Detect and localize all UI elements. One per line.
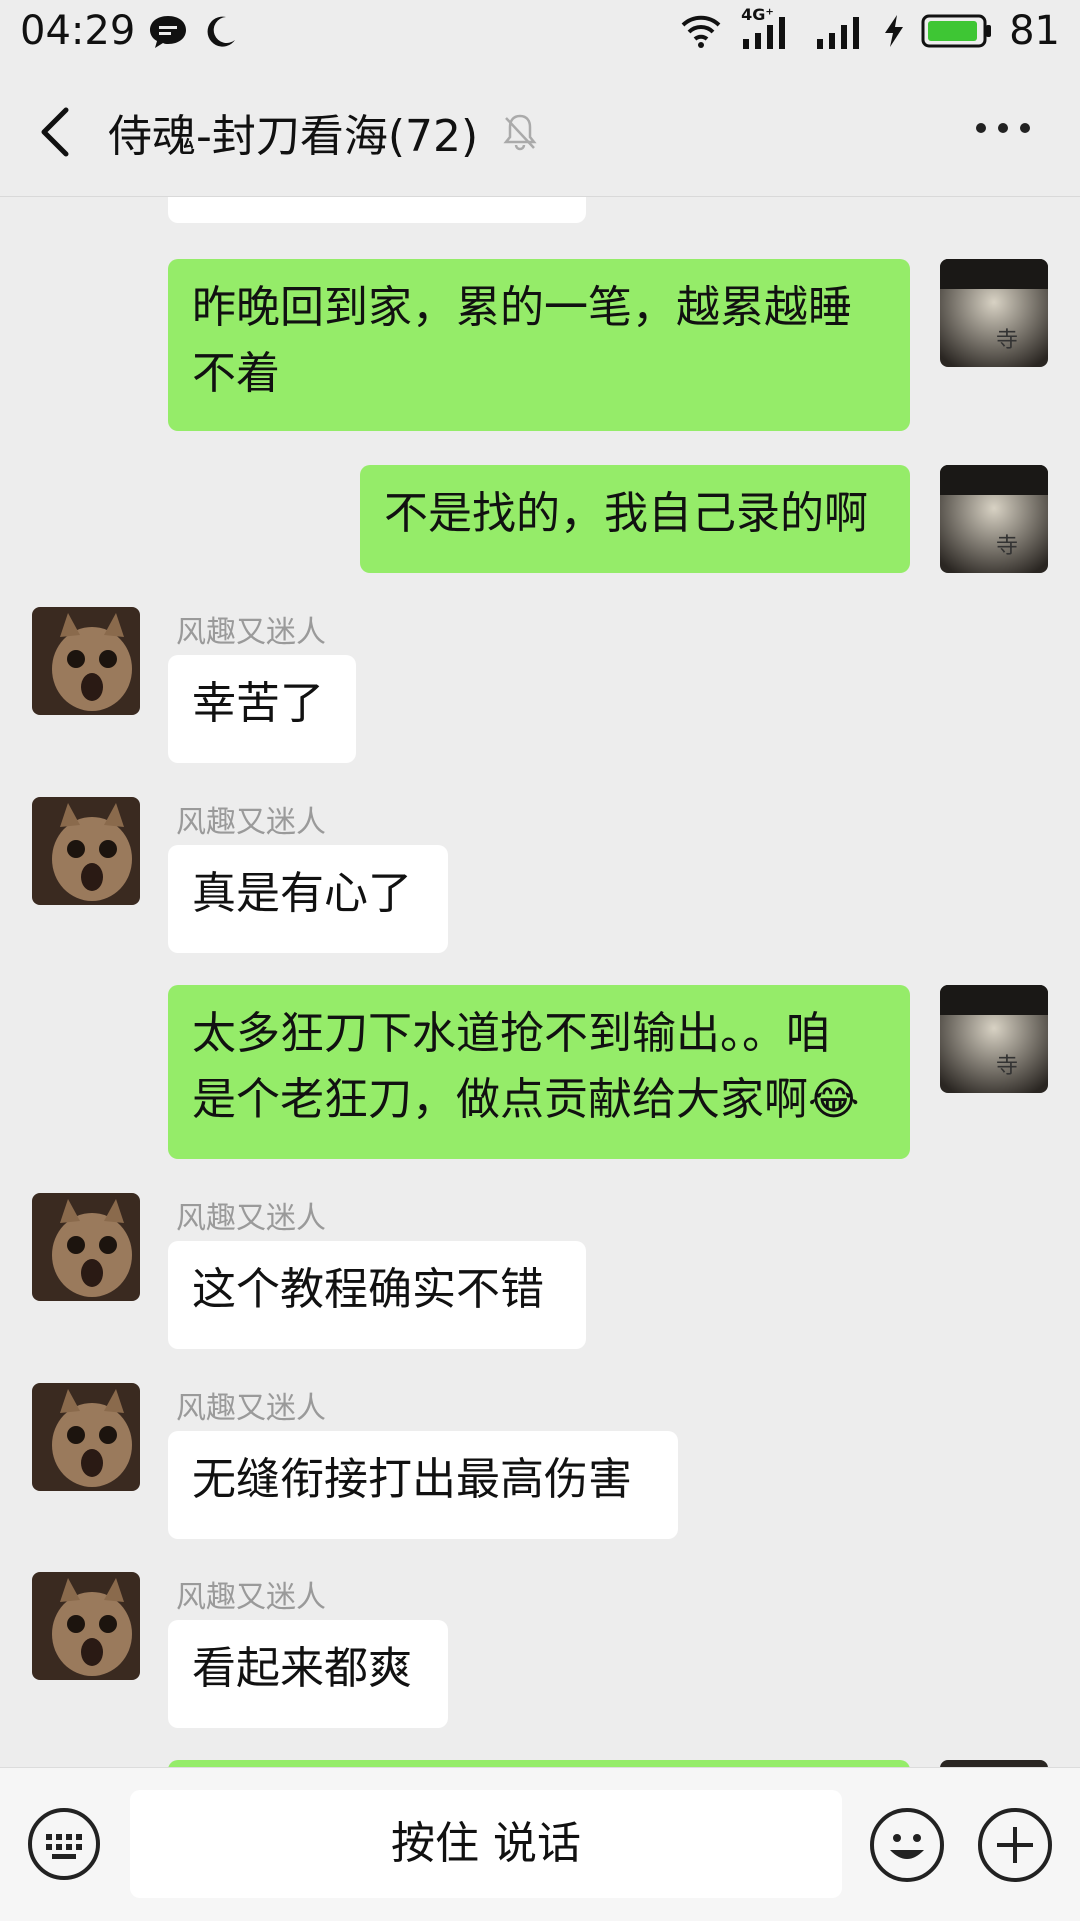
sender-name: 风趣又迷人 (176, 615, 326, 650)
message-text: 幸苦了 (192, 678, 324, 729)
message-bubble-incoming[interactable]: 真是有心了 (168, 845, 448, 953)
sender-name: 风趣又迷人 (176, 1201, 326, 1236)
message-bubble-incoming[interactable]: 无缝衔接打出最高伤害 (168, 1431, 678, 1539)
message-bubble-incoming[interactable]: 幸苦了 (168, 655, 356, 763)
keyboard-icon[interactable] (28, 1808, 100, 1880)
message-text: 昨晚回到家，累的一笔，越累越睡 (192, 282, 852, 333)
status-bar: 04:29 4G⁺ 81 (0, 0, 1080, 68)
avatar-cat[interactable] (32, 1383, 140, 1491)
sender-name: 风趣又迷人 (176, 805, 326, 840)
avatar-self[interactable]: 寺 (940, 465, 1048, 573)
hold-to-talk-button[interactable]: 按住 说话 (130, 1790, 842, 1898)
avatar-self[interactable] (940, 1760, 1048, 1767)
input-bar: 按住 说话 (0, 1767, 1080, 1921)
chat-header: 侍魂-封刀看海(72) (0, 68, 1080, 197)
message-bubble-partial[interactable] (168, 197, 586, 223)
svg-text:寺: 寺 (996, 328, 1018, 353)
message-text: 不是找的，我自己录的啊 (384, 488, 868, 539)
message-text: 看起来都爽 (192, 1643, 412, 1694)
avatar-cat[interactable] (32, 1572, 140, 1680)
battery-icon (921, 14, 992, 48)
svg-text:寺: 寺 (996, 1054, 1018, 1079)
emoji-icon[interactable] (870, 1808, 944, 1882)
plus-icon[interactable] (978, 1808, 1052, 1882)
avatar-cat[interactable] (32, 1193, 140, 1301)
signal-icon (817, 17, 860, 49)
message-text: 无缝衔接打出最高伤害 (192, 1454, 632, 1505)
wifi-icon (681, 15, 721, 48)
message-bubble-outgoing[interactable]: 太多狂刀下水道抢不到输出。。咱 是个老狂刀，做点贡献给大家啊😂 (168, 985, 910, 1159)
message-bubble-outgoing[interactable]: 不是找的，我自己录的啊 (360, 465, 910, 573)
avatar-cat[interactable] (32, 607, 140, 715)
sender-name: 风趣又迷人 (176, 1580, 326, 1615)
chat-title: 侍魂-封刀看海(72) (108, 111, 479, 162)
status-time: 04:29 (20, 8, 136, 54)
message-bubble-outgoing[interactable]: 昨晚回到家，累的一笔，越累越睡 不着 (168, 259, 910, 431)
message-bubble-incoming[interactable]: 看起来都爽 (168, 1620, 448, 1728)
message-text: 不着 (192, 348, 280, 399)
mute-bell-icon (503, 114, 537, 151)
message-bubble-incoming[interactable]: 这个教程确实不错 (168, 1241, 586, 1349)
moon-icon (207, 16, 235, 47)
laughing-crying-emoji: 😂 (808, 1074, 860, 1125)
battery-level: 81 (1009, 8, 1060, 54)
message-text: 太多狂刀下水道抢不到输出。。咱 (192, 1008, 830, 1059)
message-text: 真是有心了 (192, 868, 412, 919)
svg-text:寺: 寺 (996, 534, 1018, 559)
avatar-self[interactable]: 寺 (940, 259, 1048, 367)
sender-name: 风趣又迷人 (176, 1391, 326, 1426)
message-bubble-partial[interactable] (168, 1760, 910, 1767)
message-text: 是个老狂刀，做点贡献给大家啊 (192, 1074, 808, 1125)
signal-icon: 4G⁺ (739, 5, 799, 51)
avatar-cat[interactable] (32, 797, 140, 905)
more-icon[interactable] (976, 118, 1030, 138)
message-list[interactable]: 昨晚回到家，累的一笔，越累越睡 不着 寺 不是找的，我自己录的啊 寺 风趣又迷人… (0, 197, 1080, 1767)
chat-bubble-icon (150, 16, 186, 48)
avatar-self[interactable]: 寺 (940, 985, 1048, 1093)
back-icon[interactable] (36, 106, 80, 158)
charging-icon (885, 15, 904, 47)
message-text: 这个教程确实不错 (192, 1264, 544, 1315)
